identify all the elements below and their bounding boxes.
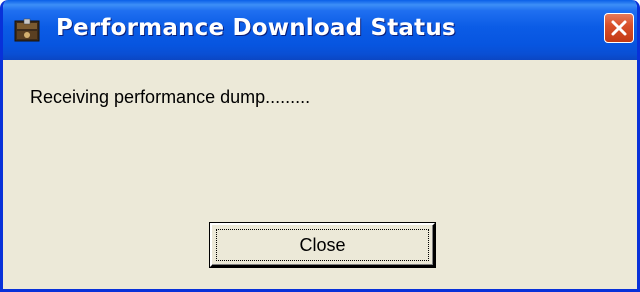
dialog-window: Performance Download Status Receiving pe… [0, 0, 640, 292]
title-bar[interactable]: Performance Download Status [3, 0, 637, 60]
close-button[interactable]: Close [210, 223, 435, 267]
close-icon[interactable] [604, 13, 634, 43]
status-message: Receiving performance dump......... [30, 87, 311, 107]
app-icon [14, 18, 40, 44]
window-title: Performance Download Status [56, 15, 456, 41]
close-button-label: Close [299, 234, 346, 255]
